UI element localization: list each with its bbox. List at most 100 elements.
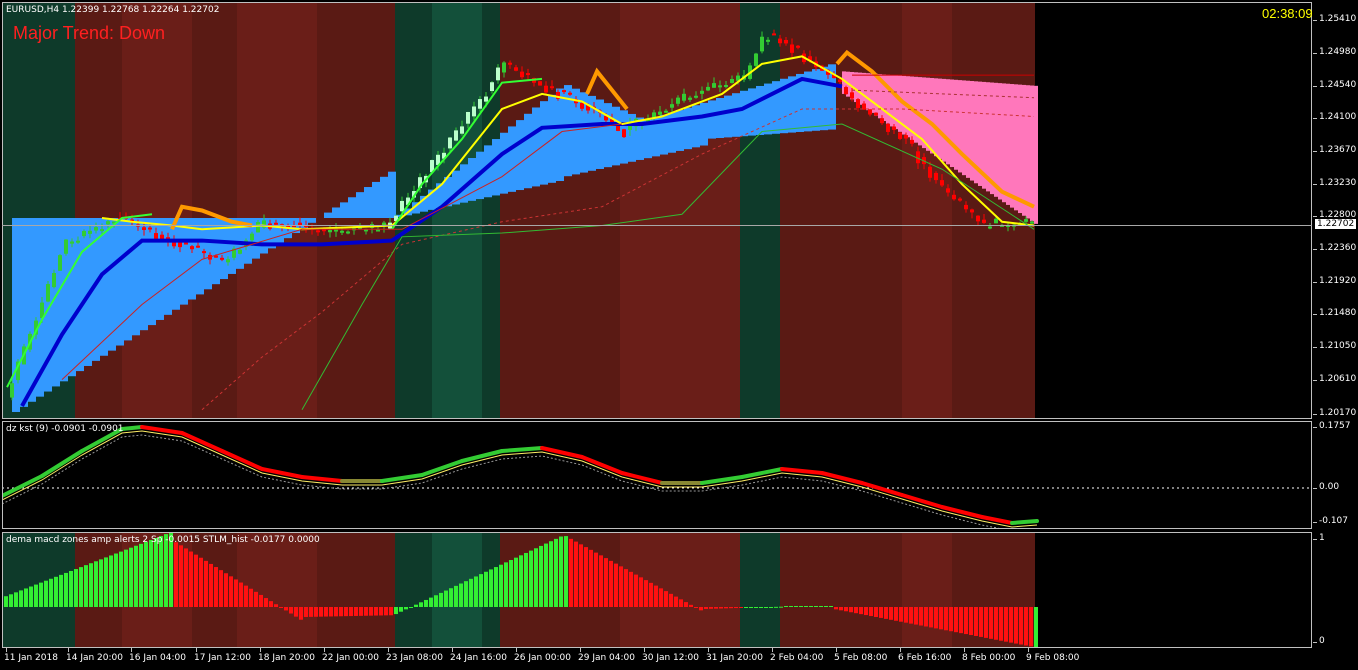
macd-pane[interactable] — [2, 532, 1312, 647]
blue-cloud-column — [116, 218, 124, 346]
macd-histogram-bar — [104, 557, 108, 607]
trend-zone — [395, 532, 432, 647]
macd-histogram-bar — [1009, 607, 1013, 643]
time-tick — [388, 648, 389, 652]
pink-cloud-column — [1006, 83, 1010, 205]
macd-histogram-bar — [159, 536, 163, 607]
kst-pane[interactable] — [2, 421, 1312, 528]
kst-line-segment — [2, 474, 44, 498]
macd-histogram-bar — [684, 602, 688, 607]
macd-histogram-bar — [539, 545, 543, 607]
time-tick-label: 5 Feb 08:00 — [834, 653, 888, 663]
macd-histogram-bar — [349, 607, 353, 617]
axis-tick — [1313, 53, 1317, 54]
blue-cloud-column — [692, 105, 700, 148]
macd-histogram-bar — [664, 591, 668, 607]
blue-cloud-column — [812, 69, 820, 131]
macd-histogram-bar — [269, 601, 273, 607]
main-chart-pane[interactable] — [2, 2, 1312, 418]
macd-histogram-bar — [834, 607, 838, 610]
blue-cloud-column — [276, 218, 284, 244]
blue-cloud-column — [524, 113, 532, 189]
macd-histogram-bar — [474, 576, 478, 607]
macd-histogram-bar — [274, 604, 278, 607]
macd-histogram-bar — [934, 607, 938, 629]
current-price-line — [2, 225, 1312, 226]
axis-tick-label: 1.20610 — [1319, 374, 1357, 384]
macd-histogram-bar — [304, 607, 308, 617]
candle-body — [454, 130, 458, 141]
candle-body — [190, 246, 194, 250]
macd-histogram-bar — [124, 549, 128, 607]
candle-body — [988, 226, 992, 229]
candle-body — [712, 83, 716, 88]
macd-histogram-bar — [809, 606, 813, 607]
axis-tick — [1313, 20, 1317, 21]
macd-histogram-bar — [994, 607, 998, 640]
macd-histogram-bar — [334, 607, 338, 617]
axis-tick — [1313, 488, 1317, 489]
candle-body — [850, 92, 854, 99]
candle-body — [976, 215, 980, 222]
time-tick — [644, 648, 645, 652]
macd-histogram-bar — [549, 541, 553, 607]
kst-line-segment — [180, 431, 224, 453]
macd-histogram-bar — [1014, 607, 1018, 644]
macd-histogram-bar — [49, 578, 53, 607]
axis-tick — [1313, 522, 1317, 523]
macd-histogram-bar — [314, 607, 318, 617]
pink-cloud-column — [1022, 84, 1026, 216]
time-tick — [772, 648, 773, 652]
kst-line-segment — [1010, 519, 1039, 525]
macd-histogram-bar — [114, 553, 118, 607]
macd-histogram-bar — [414, 604, 418, 607]
candle-body — [250, 233, 254, 241]
pink-cloud-column — [930, 78, 934, 154]
macd-histogram-bar — [659, 588, 663, 607]
macd-histogram-bar — [889, 607, 893, 620]
candle-body — [448, 137, 452, 149]
axis-tick-label: 1.23670 — [1319, 145, 1357, 155]
pink-cloud-column — [866, 73, 870, 111]
time-tick-label: 31 Jan 20:00 — [706, 653, 763, 663]
time-tick-label: 29 Jan 04:00 — [578, 653, 635, 663]
macd-histogram-bar — [189, 551, 193, 607]
macd-histogram-bar — [564, 536, 568, 607]
macd-histogram-bar — [84, 565, 88, 607]
axis-tick — [1313, 151, 1317, 152]
kst-line-segment — [120, 425, 144, 431]
blue-cloud-column — [756, 85, 764, 135]
macd-histogram-bar — [34, 584, 38, 607]
candle-body — [52, 273, 56, 288]
time-tick-label: 8 Feb 00:00 — [962, 653, 1016, 663]
time-tick — [836, 648, 837, 652]
blue-cloud-column — [748, 88, 756, 136]
macd-histogram-bar — [394, 607, 398, 615]
macd-histogram-bar — [89, 563, 93, 607]
kst-header: dz kst (9) -0.0901 -0.0901 — [6, 424, 124, 434]
macd-histogram-bar — [839, 607, 843, 611]
candle-body — [844, 87, 848, 95]
kst-line-segment — [580, 455, 624, 475]
macd-histogram-bar — [509, 560, 513, 607]
candle-body — [784, 39, 788, 44]
macd-histogram-bar — [419, 602, 423, 607]
candle-timer: 02:38:09 — [1262, 6, 1313, 21]
pink-cloud-column — [954, 79, 958, 170]
macd-histogram-bar — [519, 555, 523, 607]
blue-cloud-column — [676, 110, 684, 151]
candle-body — [772, 33, 776, 36]
candle-body — [928, 166, 932, 178]
macd-histogram-bar — [999, 607, 1003, 641]
candle-body — [346, 231, 350, 234]
pink-cloud-column — [990, 82, 994, 195]
axis-tick-label: 1.25410 — [1319, 14, 1357, 24]
macd-histogram-bar — [529, 550, 533, 607]
macd-histogram-bar — [899, 607, 903, 622]
candle-body — [754, 53, 758, 66]
blue-cloud-column — [356, 192, 364, 219]
axis-tick-label: -0.107 — [1319, 516, 1349, 526]
macd-histogram-bar — [674, 596, 678, 607]
macd-histogram-bar — [749, 607, 753, 608]
kst-signal-line — [2, 430, 1038, 528]
